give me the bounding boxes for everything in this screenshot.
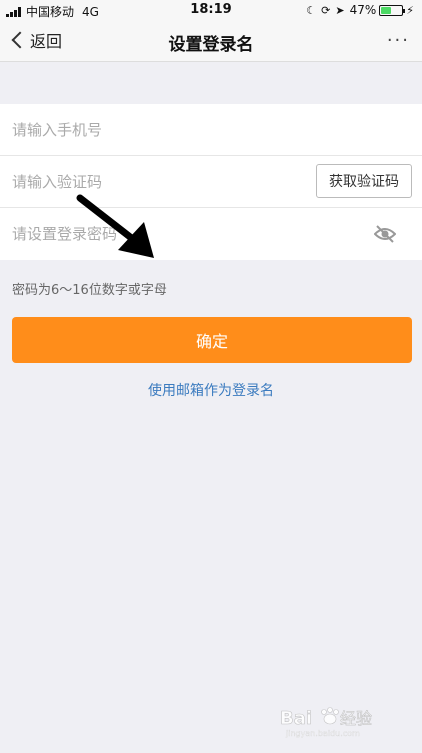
battery-icon (379, 4, 406, 16)
rotation-lock-icon: ⟳ (321, 3, 331, 17)
login-form: 获取验证码 (0, 104, 422, 260)
svg-text:Bai: Bai (280, 708, 312, 729)
screen: 中国移动 4G 18:19 ☾ ⟳ ➤ 47% ⚡ 返回 设置登录名 ··· 请… (0, 0, 422, 753)
password-hint: 密码为6～16位数字或字母 (12, 283, 167, 298)
battery-percent: 47% (349, 3, 377, 17)
confirm-button[interactable]: 确定 (12, 317, 412, 363)
status-right: ☾ ⟳ ➤ 47% ⚡ (306, 3, 414, 17)
svg-text:经验: 经验 (340, 709, 372, 728)
moon-icon: ☾ (306, 3, 317, 17)
password-row (0, 208, 422, 260)
page-title: 设置登录名 (168, 35, 254, 55)
code-row: 获取验证码 (0, 156, 422, 208)
charging-icon: ⚡ (406, 3, 414, 17)
more-icon[interactable]: ··· (387, 30, 410, 51)
phone-input[interactable] (12, 104, 302, 156)
status-bar: 中国移动 4G 18:19 ☾ ⟳ ➤ 47% ⚡ (0, 0, 422, 20)
eye-off-icon[interactable] (374, 224, 396, 244)
battery-fill (381, 6, 391, 14)
baidu-jingyan-watermark: Bai 经验 jingyan.baidu.com (280, 707, 372, 738)
svg-text:jingyan.baidu.com: jingyan.baidu.com (285, 729, 360, 738)
nav-bar: 返回 设置登录名 ··· (0, 20, 422, 62)
phone-row (0, 104, 422, 156)
use-email-link[interactable]: 使用邮箱作为登录名 (0, 380, 422, 400)
location-icon: ➤ (335, 3, 345, 17)
annotation-arrow-icon (76, 194, 154, 258)
get-code-button[interactable]: 获取验证码 (316, 164, 412, 198)
